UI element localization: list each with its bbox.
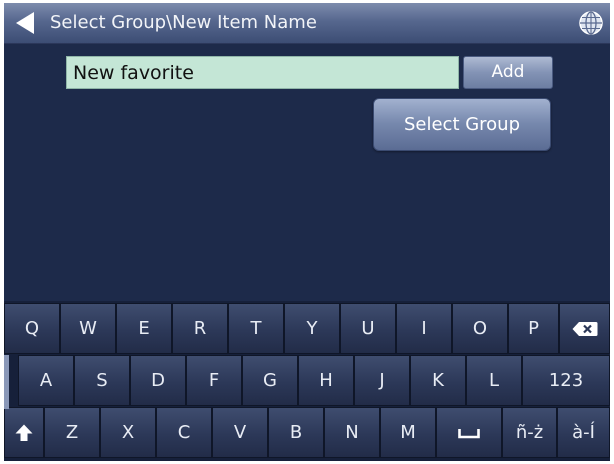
select-group-button[interactable]: Select Group <box>373 98 551 151</box>
key-g[interactable]: G <box>242 355 298 406</box>
back-button[interactable] <box>10 9 40 37</box>
key-u[interactable]: U <box>340 303 396 354</box>
add-button[interactable]: Add <box>463 56 553 89</box>
key-w[interactable]: W <box>60 303 116 354</box>
key-x[interactable]: X <box>100 407 156 458</box>
shift-icon <box>15 424 33 441</box>
accent-key-n-z[interactable]: ñ-ż <box>502 407 557 458</box>
back-arrow-icon <box>16 12 34 34</box>
app-screen: Select Group\New Item Name Add Select Gr… <box>4 3 610 461</box>
key-m[interactable]: M <box>380 407 436 458</box>
key-b[interactable]: B <box>268 407 324 458</box>
key-h[interactable]: H <box>298 355 354 406</box>
key-o[interactable]: O <box>452 303 508 354</box>
item-name-input[interactable] <box>66 56 459 89</box>
key-v[interactable]: V <box>212 407 268 458</box>
globe-button[interactable] <box>578 10 604 36</box>
key-a[interactable]: A <box>18 355 74 406</box>
key-z[interactable]: Z <box>44 407 100 458</box>
key-p[interactable]: P <box>508 303 559 354</box>
key-c[interactable]: C <box>156 407 212 458</box>
key-k[interactable]: K <box>410 355 466 406</box>
key-q[interactable]: Q <box>4 303 60 354</box>
numeric-mode-key[interactable]: 123 <box>522 355 610 406</box>
backspace-key[interactable] <box>559 303 610 354</box>
accent-key-a-i[interactable]: à-Í <box>557 407 610 458</box>
title-bar: Select Group\New Item Name <box>4 3 610 44</box>
key-s[interactable]: S <box>74 355 130 406</box>
key-f[interactable]: F <box>186 355 242 406</box>
space-key[interactable] <box>436 407 502 458</box>
keyboard-row-indicator <box>4 355 9 409</box>
key-n[interactable]: N <box>324 407 380 458</box>
globe-icon <box>579 11 603 35</box>
key-l[interactable]: L <box>466 355 522 406</box>
page-title: Select Group\New Item Name <box>50 12 317 33</box>
shift-key[interactable] <box>4 407 44 458</box>
key-j[interactable]: J <box>354 355 410 406</box>
key-r[interactable]: R <box>172 303 228 354</box>
backspace-icon <box>572 321 597 336</box>
key-y[interactable]: Y <box>284 303 340 354</box>
key-d[interactable]: D <box>130 355 186 406</box>
key-i[interactable]: I <box>396 303 452 354</box>
on-screen-keyboard: Q W E R T Y U I O P A S D F G H J K L 12… <box>4 301 610 461</box>
space-icon <box>458 428 480 438</box>
key-t[interactable]: T <box>228 303 284 354</box>
key-e[interactable]: E <box>116 303 172 354</box>
